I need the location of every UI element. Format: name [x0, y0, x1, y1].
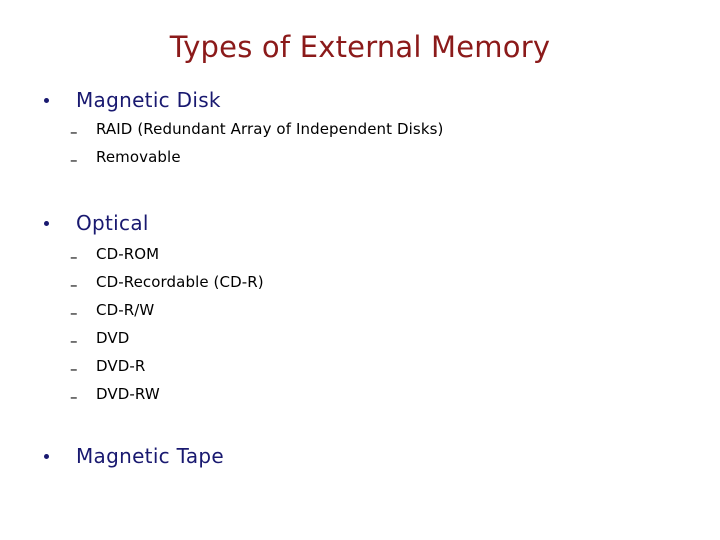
bullet-level2-cd-rw: – CD-R/W — [0, 300, 720, 328]
bullet-dash-icon: – — [70, 151, 78, 169]
bullet-level2-label: CD-R/W — [96, 301, 155, 319]
bullet-level2-dvd-rw: – DVD-RW — [0, 384, 720, 412]
bullet-dash-icon: – — [70, 276, 78, 294]
bullet-dash-icon: – — [70, 388, 78, 406]
bullet-level2-label: DVD — [96, 329, 130, 347]
bullet-level2-label: CD-Recordable (CD-R) — [96, 273, 264, 291]
bullet-level2-label: CD-ROM — [96, 245, 160, 263]
bullet-level1-optical: Optical — [0, 211, 720, 239]
bullet-level2-label: DVD-R — [96, 357, 146, 375]
bullet-level2-cd-recordable: – CD-Recordable (CD-R) — [0, 272, 720, 300]
bullet-level1-magnetic-disk: Magnetic Disk — [0, 88, 720, 116]
bullet-level2-label: DVD-RW — [96, 385, 160, 403]
bullet-dot-icon — [44, 454, 49, 459]
bullet-level2-label: Removable — [96, 148, 181, 166]
page-title: Types of External Memory — [169, 30, 551, 64]
slide: Types of External Memory Magnetic Disk –… — [0, 0, 720, 540]
sublist-optical: – CD-ROM – CD-Recordable (CD-R) – CD-R/W… — [0, 244, 720, 412]
bullet-dash-icon: – — [70, 360, 78, 378]
bullet-dot-icon — [44, 221, 49, 226]
bullet-level2-raid: – RAID (Redundant Array of Independent D… — [0, 119, 720, 147]
bullet-level2-dvd: – DVD — [0, 328, 720, 356]
sublist-magnetic-disk: – RAID (Redundant Array of Independent D… — [0, 119, 720, 175]
bullet-dash-icon: – — [70, 304, 78, 322]
bullet-dash-icon: – — [70, 332, 78, 350]
bullet-level1-label: Optical — [76, 211, 149, 235]
bullet-level2-label: RAID (Redundant Array of Independent Dis… — [96, 120, 444, 138]
bullet-dot-icon — [44, 98, 49, 103]
bullet-level2-cd-rom: – CD-ROM — [0, 244, 720, 272]
section-magnetic-disk: Magnetic Disk – RAID (Redundant Array of… — [0, 88, 720, 175]
bullet-level1-label: Magnetic Disk — [76, 88, 221, 112]
slide-body: Magnetic Disk – RAID (Redundant Array of… — [0, 88, 720, 472]
bullet-level2-dvd-r: – DVD-R — [0, 356, 720, 384]
bullet-dash-icon: – — [70, 123, 78, 141]
bullet-dash-icon: – — [70, 248, 78, 266]
bullet-level1-magnetic-tape: Magnetic Tape — [0, 444, 720, 472]
section-magnetic-tape: Magnetic Tape — [0, 444, 720, 472]
section-optical: Optical – CD-ROM – CD-Recordable (CD-R) … — [0, 211, 720, 412]
bullet-level1-label: Magnetic Tape — [76, 444, 225, 468]
bullet-level2-removable: – Removable — [0, 147, 720, 175]
